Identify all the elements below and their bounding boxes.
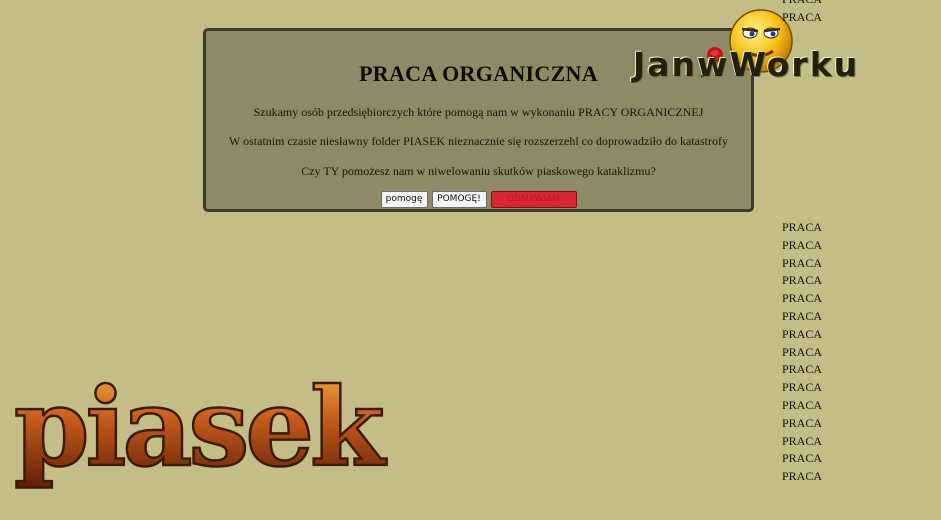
piasek-banner-text: piasek — [14, 365, 387, 491]
logo-wordmark: JanwWorku — [633, 45, 860, 84]
praca-item: PRACA — [782, 0, 842, 9]
panel-text-line-2: W ostatnim czasie niesławny folder PIASE… — [229, 134, 728, 148]
piasek-banner: piasek — [13, 365, 393, 492]
praca-item: PRACA — [782, 255, 823, 270]
praca-item: PRACA — [782, 326, 823, 341]
praca-item: PRACA — [782, 9, 823, 24]
praca-item: PRACA — [782, 380, 823, 395]
praca-item: PRACA — [782, 451, 823, 466]
help-button[interactable]: pomogę — [380, 191, 428, 208]
praca-item: PRACA — [782, 433, 823, 448]
panel-text-line-3: Czy TY pomożesz nam w niwelowaniu skutkó… — [301, 164, 656, 178]
praca-list-top: PRACA PRACA — [782, 0, 842, 27]
panel-text-line-1: Szukamy osób przedsiębiorczych które pom… — [253, 105, 704, 119]
praca-item: PRACA — [782, 344, 823, 359]
praca-item: PRACA — [782, 308, 823, 323]
praca-item: PRACA — [782, 237, 823, 252]
praca-list: PRACA PRACA PRACA PRACA PRACA PRACA PRAC… — [782, 219, 842, 486]
praca-item: PRACA — [782, 362, 823, 377]
refuse-button[interactable]: ODMAWIAM — [490, 191, 577, 208]
praca-item: PRACA — [782, 469, 823, 484]
praca-item: PRACA — [782, 273, 823, 288]
praca-item: PRACA — [782, 291, 823, 306]
praca-item: PRACA — [782, 397, 823, 412]
help-emphatic-button[interactable]: POMOGĘ! — [431, 191, 487, 208]
button-row: pomogę POMOGĘ! ODMAWIAM — [206, 191, 751, 208]
praca-item: PRACA — [782, 220, 823, 234]
praca-item: PRACA — [782, 415, 823, 430]
